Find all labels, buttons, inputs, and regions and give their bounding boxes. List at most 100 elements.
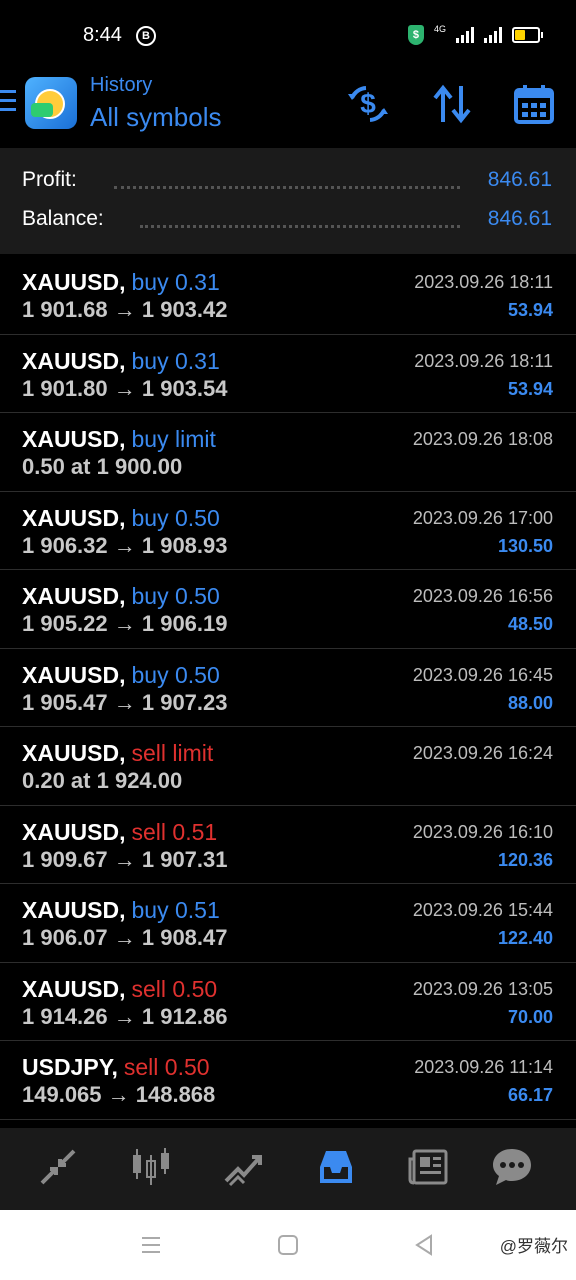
quotes-icon[interactable] bbox=[33, 1144, 83, 1190]
prices: 149.065 → 148.868 bbox=[22, 1082, 216, 1107]
news-icon[interactable] bbox=[403, 1144, 453, 1190]
notification-badge-icon: B bbox=[136, 26, 156, 46]
deal-row[interactable]: XAUUSD, buy limit 0.50 at 1 900.00 2023.0… bbox=[0, 413, 576, 492]
symbol: USDJPY, bbox=[22, 1054, 118, 1080]
side: sell 0.51 bbox=[131, 818, 218, 845]
deal-profit: 120.36 bbox=[497, 849, 553, 870]
deal-time: 2023.09.26 16:45 bbox=[412, 664, 553, 685]
deal-profit: 66.17 bbox=[507, 1085, 553, 1105]
side: buy 0.31 bbox=[131, 269, 220, 295]
deal-time: 2023.09.26 18:11 bbox=[414, 272, 553, 292]
clock: 8:44 bbox=[83, 24, 122, 46]
symbol: XAUUSD, bbox=[22, 583, 126, 609]
prices: 1 901.80 → 1 903.54 bbox=[22, 375, 228, 401]
page-title: History bbox=[90, 74, 153, 96]
side: buy 0.50 bbox=[131, 661, 220, 688]
symbol: XAUUSD, bbox=[22, 897, 126, 923]
sort-icon[interactable] bbox=[430, 82, 474, 126]
network-type: 4G bbox=[433, 24, 446, 34]
prices: 1 905.47 → 1 907.23 bbox=[22, 689, 228, 715]
svg-text:$: $ bbox=[360, 88, 376, 119]
dotted-leader bbox=[140, 225, 460, 228]
symbol: XAUUSD, bbox=[22, 818, 126, 845]
prices: 1 906.32 → 1 908.93 bbox=[22, 532, 228, 558]
profit-label: Profit: bbox=[22, 168, 77, 191]
account-summary: Profit: 846.61 Balance: 846.61 bbox=[0, 148, 576, 254]
watermark: @罗薇尔 bbox=[499, 1237, 568, 1256]
dotted-leader bbox=[114, 186, 460, 189]
symbol: XAUUSD, bbox=[22, 347, 126, 374]
signal-icon-2 bbox=[484, 27, 502, 43]
deals-list: XAUUSD, buy 0.31 1 901.68 → 1 903.42 2023… bbox=[0, 256, 576, 1120]
app-logo[interactable] bbox=[25, 77, 77, 129]
history-icon[interactable] bbox=[311, 1144, 361, 1190]
deal-time: 2023.09.26 17:00 bbox=[412, 507, 553, 528]
deal-row[interactable]: XAUUSD, buy 0.50 1 905.22 → 1 906.19 2023… bbox=[0, 570, 576, 649]
deal-time: 2023.09.26 11:14 bbox=[414, 1057, 553, 1077]
deal-row[interactable]: XAUUSD, buy 0.31 1 901.68 → 1 903.42 2023… bbox=[0, 256, 576, 335]
deal-profit: 130.50 bbox=[497, 535, 553, 556]
side: sell 0.50 bbox=[123, 1054, 210, 1080]
balance-row: Balance: 846.61 bbox=[22, 207, 552, 237]
deal-time: 2023.09.26 16:10 bbox=[412, 821, 553, 842]
prices: 1 906.07 → 1 908.47 bbox=[22, 925, 228, 950]
calendar-icon[interactable] bbox=[512, 82, 556, 126]
deal-time: 2023.09.26 13:05 bbox=[412, 978, 553, 999]
symbol: XAUUSD, bbox=[22, 661, 126, 688]
deal-row[interactable]: USDJPY, sell 0.50 149.065 → 148.868 2023.… bbox=[0, 1041, 576, 1120]
side: sell limit bbox=[131, 740, 214, 766]
prices: 1 905.22 → 1 906.19 bbox=[22, 611, 228, 636]
prices: 1 914.26 → 1 912.86 bbox=[22, 1003, 228, 1029]
system-navigation: @罗薇尔 bbox=[0, 1210, 576, 1280]
side: buy 0.51 bbox=[131, 897, 220, 923]
menu-icon[interactable] bbox=[0, 90, 16, 117]
profit-row: Profit: 846.61 bbox=[22, 168, 552, 198]
deal-time: 2023.09.26 15:44 bbox=[412, 900, 553, 920]
symbol: XAUUSD, bbox=[22, 740, 126, 766]
recents-icon[interactable] bbox=[140, 1234, 162, 1256]
shield-icon: $ bbox=[407, 25, 424, 45]
symbol: XAUUSD, bbox=[22, 269, 126, 295]
status-bar: 8:44 B $ 4G bbox=[0, 0, 576, 70]
symbol-filter[interactable]: All symbols bbox=[90, 102, 221, 133]
profit-value: 846.61 bbox=[487, 168, 552, 191]
prices: 0.20 at 1 924.00 bbox=[22, 768, 183, 793]
symbol: XAUUSD, bbox=[22, 426, 126, 452]
deal-row[interactable]: XAUUSD, sell 0.51 1 909.67 → 1 907.31 202… bbox=[0, 806, 576, 884]
side: buy 0.50 bbox=[131, 504, 220, 531]
side: buy 0.50 bbox=[131, 583, 220, 609]
battery-icon bbox=[512, 27, 543, 43]
deal-time: 2023.09.26 18:08 bbox=[412, 429, 553, 449]
deal-row[interactable]: XAUUSD, buy 0.50 1 906.32 → 1 908.93 2023… bbox=[0, 492, 576, 570]
deal-time: 2023.09.26 18:11 bbox=[414, 350, 553, 371]
system-icons: $ 4G bbox=[407, 24, 543, 46]
symbol: XAUUSD, bbox=[22, 975, 126, 1002]
deal-row[interactable]: XAUUSD, sell 0.50 1 914.26 → 1 912.86 202… bbox=[0, 963, 576, 1041]
balance-label: Balance: bbox=[22, 207, 104, 230]
chat-icon[interactable] bbox=[487, 1144, 537, 1190]
deal-row[interactable]: XAUUSD, buy 0.50 1 905.47 → 1 907.23 2023… bbox=[0, 649, 576, 727]
deal-profit: 53.94 bbox=[507, 378, 553, 399]
deal-row[interactable]: XAUUSD, buy 0.31 1 901.80 → 1 903.54 2023… bbox=[0, 335, 576, 413]
chart-icon[interactable] bbox=[126, 1144, 176, 1190]
deal-row[interactable]: XAUUSD, sell limit 0.20 at 1 924.00 2023.… bbox=[0, 727, 576, 806]
deal-profit: 88.00 bbox=[507, 692, 553, 713]
deal-time: 2023.09.26 16:56 bbox=[412, 586, 553, 606]
prices: 1 909.67 → 1 907.31 bbox=[22, 846, 228, 872]
trade-icon[interactable] bbox=[219, 1144, 269, 1190]
app-header: History All symbols $ bbox=[0, 70, 576, 148]
side: sell 0.50 bbox=[131, 975, 218, 1002]
side: buy 0.31 bbox=[131, 347, 220, 374]
prices: 1 901.68 → 1 903.42 bbox=[22, 297, 228, 322]
currency-exchange-icon[interactable]: $ bbox=[346, 82, 390, 126]
home-icon[interactable] bbox=[277, 1234, 299, 1256]
symbol: XAUUSD, bbox=[22, 504, 126, 531]
deal-profit: 70.00 bbox=[507, 1006, 553, 1027]
bottom-navigation bbox=[0, 1128, 576, 1210]
deal-profit: 53.94 bbox=[507, 300, 553, 320]
back-icon[interactable] bbox=[413, 1234, 435, 1256]
deal-row[interactable]: XAUUSD, buy 0.51 1 906.07 → 1 908.47 2023… bbox=[0, 884, 576, 963]
signal-icon bbox=[456, 27, 474, 43]
deal-profit: 122.40 bbox=[497, 928, 553, 948]
balance-value: 846.61 bbox=[487, 207, 552, 230]
